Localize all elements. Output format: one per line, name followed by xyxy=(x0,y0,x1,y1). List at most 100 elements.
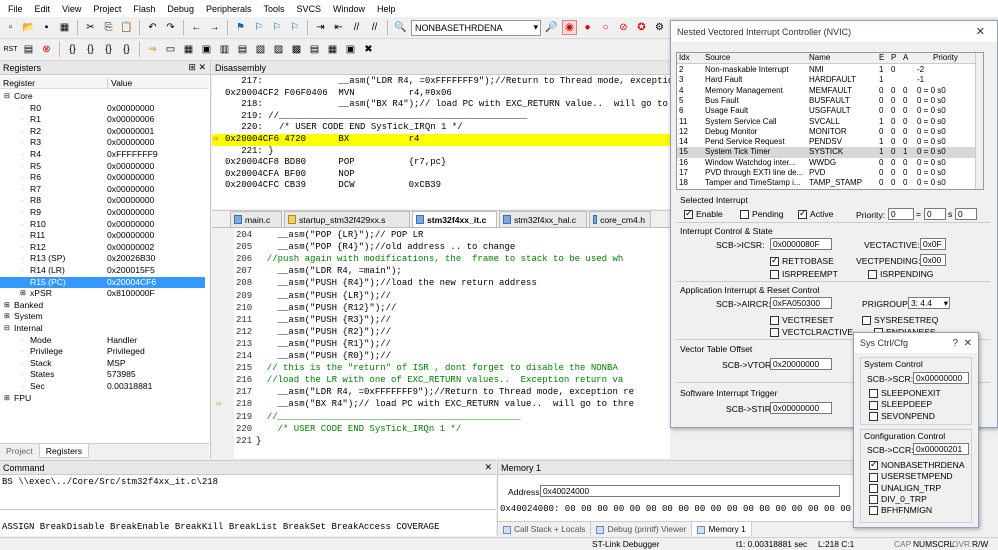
register-row[interactable]: · R6 0x00000000 xyxy=(0,172,205,184)
disassembly-line[interactable]: 0x20004CFA BF00 NOP xyxy=(212,169,670,181)
breakpoint-disable-icon[interactable]: ○ xyxy=(598,20,613,35)
menu-file[interactable]: File xyxy=(2,4,29,14)
debug-session-icon[interactable]: ◉ xyxy=(562,20,577,35)
nvic-row[interactable]: 18 Tamper and TimeStamp i... TAMP_STAMP 0 0 0… xyxy=(677,178,975,188)
editor-tab-stm32f4xx-it-c[interactable]: stm32f4xx_it.c xyxy=(412,211,497,227)
paste-icon[interactable]: 📋 xyxy=(119,20,134,35)
prigroup-select[interactable]: 3: 4.4 ▾ xyxy=(908,297,950,309)
find-icon[interactable]: 🔎 xyxy=(544,20,559,35)
analysis-window-icon[interactable]: ▤ xyxy=(307,42,322,57)
isrpreempt-checkbox[interactable]: ISRPREEMPT xyxy=(770,269,838,280)
tree-internal[interactable]: ⊟ Internal xyxy=(0,323,205,335)
rettobase-checkbox[interactable]: RETTOBASE xyxy=(770,255,834,267)
disassembly-line[interactable]: 0x20004CF2 F06F0406 MVN r4,#0x06 xyxy=(212,88,670,100)
register-row[interactable]: · R2 0x00000001 xyxy=(0,126,205,138)
register-row[interactable]: · R12 0x00000002 xyxy=(0,242,205,254)
indent-icon[interactable]: ⇥ xyxy=(313,20,328,35)
register-row[interactable]: · R10 0x00000000 xyxy=(0,219,205,231)
editor-tab-main-c[interactable]: main.c xyxy=(230,211,282,227)
editor-tab-startup-stm32f429xx-s[interactable]: startup_stm32f429xx.s xyxy=(284,211,410,227)
nvic-row[interactable]: 4 Memory Management MEMFAULT 0 0 0 0 = 0 s0 xyxy=(677,86,975,96)
run-icon[interactable]: ▤ xyxy=(21,42,36,57)
sevonpend-checkbox[interactable]: SEVONPEND xyxy=(869,411,935,421)
vectactive-field[interactable]: 0x0F xyxy=(920,238,946,250)
preempt-field[interactable]: 0 xyxy=(924,208,946,220)
menu-flash[interactable]: Flash xyxy=(127,4,161,14)
redo-icon[interactable]: ↷ xyxy=(163,20,178,35)
menu-edit[interactable]: Edit xyxy=(29,4,57,14)
step-into-icon[interactable]: {} xyxy=(65,42,80,57)
isrpending-checkbox[interactable]: ISRPENDING xyxy=(868,269,933,280)
sysresetreq-checkbox[interactable]: SYSRESETREQ xyxy=(862,315,938,326)
nvic-row[interactable]: 3 Hard Fault HARDFAULT 1 -1 xyxy=(677,75,975,85)
scr-field[interactable]: 0x00000000 xyxy=(913,372,969,384)
tree-banked[interactable]: ⊞ Banked xyxy=(0,300,205,312)
collapse-icon[interactable]: ⊟ xyxy=(4,92,10,100)
save-icon[interactable]: ▪ xyxy=(39,20,54,35)
nvic-scrollbar[interactable] xyxy=(975,53,983,189)
bfhfnmign-checkbox[interactable]: BFHFNMIGN xyxy=(869,505,932,516)
menu-help[interactable]: Help xyxy=(371,4,402,14)
register-row[interactable]: · R1 0x00000006 xyxy=(0,114,205,126)
nav-back-icon[interactable]: ← xyxy=(189,20,204,35)
tab-registers[interactable]: Registers xyxy=(38,444,90,458)
pending-checkbox[interactable]: Pending xyxy=(740,209,784,220)
register-row[interactable]: · R4 0xFFFFFFF9 xyxy=(0,149,205,161)
register-row[interactable]: · Privilege Privileged xyxy=(0,346,205,358)
disassembly-line[interactable]: 218: __asm("BX R4");// load PC with EXC_… xyxy=(212,99,670,111)
call-stack-window-icon[interactable]: ▤ xyxy=(235,42,250,57)
close-icon[interactable]: ✕ xyxy=(484,462,496,473)
comment-icon[interactable]: // xyxy=(349,20,364,35)
tree-system[interactable]: ⊞ System xyxy=(0,311,205,323)
menu-project[interactable]: Project xyxy=(87,4,127,14)
editor-body[interactable]: 204 __asm("POP {LR}");// POP LR 205 __asm… xyxy=(212,230,670,458)
register-row[interactable]: · R7 0x00000000 xyxy=(0,184,205,196)
stop-icon[interactable]: ⊗ xyxy=(39,42,54,57)
aircr-field[interactable]: 0xFA050300 xyxy=(770,297,832,309)
open-icon[interactable]: 📂 xyxy=(21,20,36,35)
vectclractive-checkbox[interactable]: VECTCLRACTIVE xyxy=(770,327,853,338)
register-row[interactable]: · States 573985 xyxy=(0,369,205,381)
toolbox-icon[interactable]: ✖ xyxy=(361,42,376,57)
nvic-row[interactable]: 2 Non-maskable Interrupt NMI 1 0 -2 xyxy=(677,65,975,75)
editor-tab-core-cm4-h[interactable]: core_cm4.h xyxy=(589,211,651,227)
sleepdeep-checkbox[interactable]: SLEEPDEEP xyxy=(869,399,932,410)
reset-icon[interactable]: RST xyxy=(3,42,18,57)
unalign_trp-checkbox[interactable]: UNALIGN_TRP xyxy=(869,483,941,493)
menu-peripherals[interactable]: Peripherals xyxy=(200,4,258,14)
disassembly-body[interactable]: 217: __asm("LDR R4, =0xFFFFFFF9");//Retu… xyxy=(212,76,670,206)
register-row[interactable]: · Mode Handler xyxy=(0,335,205,347)
tab-project[interactable]: Project xyxy=(0,444,39,458)
tree-fpu[interactable]: ⊞ FPU xyxy=(0,393,205,405)
enable-checkbox[interactable]: Enable xyxy=(684,208,723,220)
breakpoint-all-icon[interactable]: ✪ xyxy=(634,20,649,35)
memory-tab-1[interactable]: Debug (printf) Viewer xyxy=(591,522,693,536)
collapse-icon[interactable]: ⊟ xyxy=(4,324,10,332)
run-to-cursor-icon[interactable]: {} xyxy=(119,42,134,57)
memory-tab-2[interactable]: Memory 1 xyxy=(692,522,752,536)
memory-window-icon[interactable]: ▨ xyxy=(271,42,286,57)
expand-icon[interactable]: ⊞ xyxy=(4,394,10,402)
menu-view[interactable]: View xyxy=(56,4,87,14)
show-next-statement-icon[interactable]: ⇒ xyxy=(145,42,160,57)
priority-field[interactable]: 0 xyxy=(888,208,914,220)
symbols-window-icon[interactable]: ▣ xyxy=(199,42,214,57)
nvic-row[interactable]: 11 System Service Call SVCALL 1 0 0 0 = 0 s0 xyxy=(677,117,975,127)
register-row[interactable]: · R5 0x00000000 xyxy=(0,161,205,173)
command-window-icon[interactable]: ▭ xyxy=(163,42,178,57)
div_0_trp-checkbox[interactable]: DIV_0_TRP xyxy=(869,494,927,505)
nav-forward-icon[interactable]: → xyxy=(207,20,222,35)
command-input[interactable] xyxy=(0,509,496,523)
disassembly-line[interactable]: 0x20004CFC CB39 DCW 0xCB39 xyxy=(212,180,670,192)
breakpoint-icon[interactable]: ● xyxy=(580,20,595,35)
editor-tab-stm32f4xx-hal-c[interactable]: stm32f4xx_hal.c xyxy=(499,211,587,227)
expand-icon[interactable]: ⊞ xyxy=(20,289,26,297)
bookmark-icon[interactable]: ⚑ xyxy=(233,20,248,35)
new-file-icon[interactable]: ▫ xyxy=(3,20,18,35)
pin-icon[interactable]: ⊞ ✕ xyxy=(188,62,210,73)
menu-debug[interactable]: Debug xyxy=(161,4,200,14)
nvic-row[interactable]: 17 PVD through EXTI line de... PVD 0 0 0 0 = 0… xyxy=(677,168,975,178)
expand-icon[interactable]: ⊞ xyxy=(4,312,10,320)
disassembly-line[interactable]: 217: __asm("LDR R4, =0xFFFFFFF9");//Retu… xyxy=(212,76,670,88)
menu-tools[interactable]: Tools xyxy=(257,4,290,14)
